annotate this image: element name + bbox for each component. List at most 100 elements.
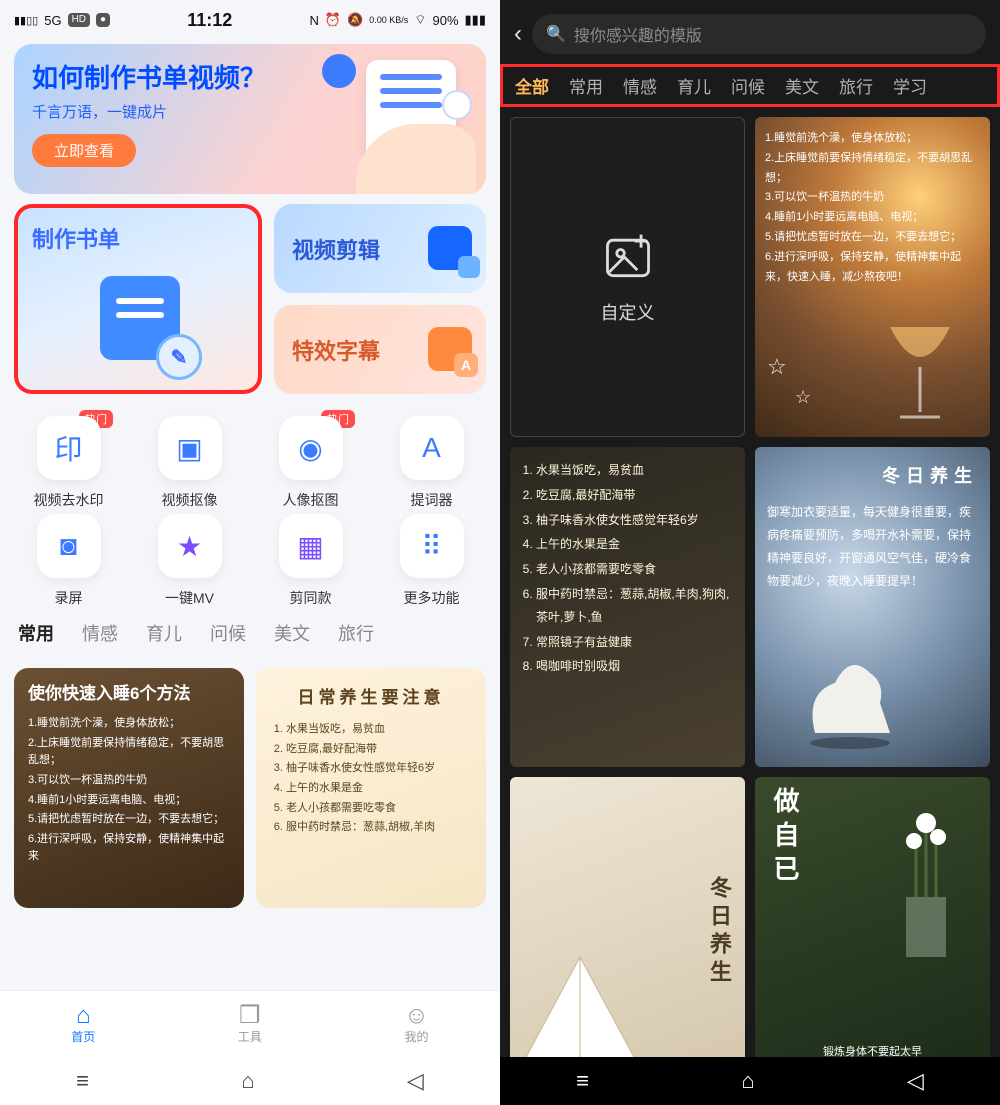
tab-emotion[interactable]: 情感 — [82, 620, 118, 646]
banner-cta-button[interactable]: 立即查看 — [32, 134, 136, 167]
image-plus-icon — [600, 229, 656, 285]
tool-video-matting[interactable]: ▣ 视频抠像 — [129, 416, 250, 510]
template-list: 水果当饭吃，易贫血 吃豆腐,最好配海带 柚子味香水使女性感觉年轻6岁 上午的水果… — [270, 721, 472, 837]
horse-icon — [795, 643, 905, 753]
tab-greeting[interactable]: 问候 — [731, 73, 765, 98]
tab-travel[interactable]: 旅行 — [839, 73, 873, 98]
custom-label: 自定义 — [601, 299, 655, 325]
search-input[interactable]: 🔍 搜你感兴趣的模版 — [532, 14, 986, 54]
star-icon: ☆ — [767, 347, 787, 387]
battery-icon: ▮▮▮ — [465, 12, 486, 28]
check-icon — [322, 54, 356, 88]
template-daily-health[interactable]: 水果当饭吃，易贫血 吃豆腐,最好配海带 柚子味香水使女性感觉年轻6岁 上午的水果… — [510, 447, 745, 767]
template-winter-tips[interactable]: 冬日养生 御寒加衣要适量，每天健身很重要，疾病疼痛要预防，多喝开水补需要，保持精… — [755, 447, 990, 767]
back-icon[interactable]: ‹ — [514, 20, 522, 48]
filmstrip-icon: ▦ — [279, 514, 343, 578]
bottom-nav: ⌂首页 ❒工具 ☺我的 — [0, 990, 500, 1057]
template-body: 御寒加衣要适量，每天健身很重要，疾病疼痛要预防，多喝开水补需要，保持精神要良好，… — [767, 501, 978, 592]
tool-label: 提词器 — [411, 490, 453, 510]
back-button[interactable]: ◁ — [407, 1068, 424, 1094]
hd-badge: HD — [68, 13, 90, 27]
back-button[interactable]: ◁ — [907, 1068, 924, 1094]
recents-button[interactable]: ≡ — [76, 1068, 89, 1094]
tool-clip-same[interactable]: ▦ 剪同款 — [250, 514, 371, 608]
tool-teleprompter[interactable]: A 提词器 — [371, 416, 492, 510]
watermark-icon: 印 — [37, 416, 101, 480]
template-be-yourself[interactable]: 做自已 锻炼身体不要起太早 寒冬洗澡不要天天到 — [755, 777, 990, 1087]
tool-more[interactable]: ⠿ 更多功能 — [371, 514, 492, 608]
flowers-icon — [866, 787, 986, 967]
signal-icon: ▮▮▯▯ — [14, 14, 38, 27]
matting-icon: ▣ — [158, 416, 222, 480]
template-sleep-tips[interactable]: 1.睡觉前洗个澡，使身体放松； 2.上床睡觉前要保持情绪稳定，不要胡思乱想； 3… — [755, 117, 990, 437]
tool-portrait-cutout[interactable]: 热门◉人像抠图 — [250, 416, 371, 510]
tile-label: 视频剪辑 — [292, 233, 380, 265]
custom-template-tile[interactable]: 自定义 — [510, 117, 745, 437]
tile-label: 制作书单 — [32, 227, 120, 252]
tab-greeting[interactable]: 问候 — [210, 620, 246, 646]
tool-label: 剪同款 — [290, 588, 332, 608]
home-button[interactable]: ⌂ — [241, 1068, 254, 1094]
template-title: 冬日养生 — [767, 459, 978, 493]
tool-one-click-mv[interactable]: ★ 一键MV — [129, 514, 250, 608]
tab-emotion[interactable]: 情感 — [623, 73, 657, 98]
tool-label: 一键MV — [165, 588, 214, 608]
video-edit-tile[interactable]: 视频剪辑 — [274, 204, 486, 293]
tool-label: 视频去水印 — [34, 490, 104, 510]
nav-profile[interactable]: ☺我的 — [404, 1004, 429, 1045]
template-card-health[interactable]: 日常养生要注意 水果当饭吃，易贫血 吃豆腐,最好配海带 柚子味香水使女性感觉年轻… — [256, 668, 486, 908]
mute-icon: 🔕 — [347, 12, 363, 28]
rec-badge: ● — [96, 13, 110, 27]
tool-remove-watermark[interactable]: 热门印视频去水印 — [8, 416, 129, 510]
tool-screen-record[interactable]: ◙录屏 — [8, 514, 129, 608]
nav-label: 首页 — [71, 1028, 95, 1045]
clock: 11:12 — [187, 10, 232, 31]
create-booklist-tile[interactable]: 制作书单 ✎ — [14, 204, 262, 394]
tool-label: 更多功能 — [404, 588, 460, 608]
star-icon: ☆ — [795, 381, 811, 413]
category-tabs-right: 全部 常用 情感 育儿 问候 美文 旅行 学习 — [500, 64, 1000, 107]
tab-study[interactable]: 学习 — [893, 73, 927, 98]
nav-tools[interactable]: ❒工具 — [238, 1004, 262, 1045]
tab-essay[interactable]: 美文 — [274, 620, 310, 646]
promo-banner[interactable]: 如何制作书单视频？ 千言万语，一键成片 立即查看 — [14, 44, 486, 194]
template-card-sleep[interactable]: 使你快速入睡6个方法 1.睡觉前洗个澡，使身体放松； 2.上床睡觉前要保持情绪稳… — [14, 668, 244, 908]
status-bar: ▮▮▯▯ 5G HD ● 11:12 N ⏰ 🔕 0.00 KB/s ⌔ 90%… — [0, 0, 500, 40]
more-icon: ⠿ — [400, 514, 464, 578]
vertical-title: 做自已 — [767, 787, 804, 889]
data-rate: 0.00 KB/s — [369, 15, 408, 25]
tool-label: 录屏 — [55, 588, 83, 608]
template-title: 日常养生要注意 — [270, 684, 472, 711]
mv-icon: ★ — [158, 514, 222, 578]
tab-all[interactable]: 全部 — [515, 73, 549, 98]
tool-label: 视频抠像 — [162, 490, 218, 510]
alarm-icon: ⏰ — [325, 12, 341, 28]
tab-common[interactable]: 常用 — [18, 620, 54, 646]
android-nav: ≡ ⌂ ◁ — [0, 1057, 500, 1105]
portrait-icon: ◉ — [279, 416, 343, 480]
tab-travel[interactable]: 旅行 — [338, 620, 374, 646]
category-tabs: 常用 情感 育儿 问候 美文 旅行 — [0, 620, 500, 646]
nav-label: 工具 — [238, 1028, 262, 1045]
home-button[interactable]: ⌂ — [741, 1068, 754, 1094]
tool-grid: 热门印视频去水印 ▣视频抠像 热门◉人像抠图 A提词器 ◙录屏 ★一键MV ▦剪… — [8, 416, 492, 608]
wineglass-icon — [880, 317, 960, 427]
android-nav: ≡ ⌂ ◁ — [500, 1057, 1000, 1105]
edit-pen-icon: ✎ — [156, 334, 202, 380]
subtitle-fx-tile[interactable]: 特效字幕 — [274, 305, 486, 394]
template-list: 1.睡觉前洗个澡，使身体放松； 2.上床睡觉前要保持情绪稳定，不要胡思乱想； 3… — [765, 129, 980, 287]
tool-label: 人像抠图 — [283, 490, 339, 510]
tab-parenting[interactable]: 育儿 — [146, 620, 182, 646]
teleprompter-icon: A — [400, 416, 464, 480]
template-winter-book[interactable]: 冬日养生 — [510, 777, 745, 1087]
tab-essay[interactable]: 美文 — [785, 73, 819, 98]
home-icon: ⌂ — [76, 1004, 91, 1028]
nfc-icon: N — [309, 13, 318, 28]
battery-pct: 90% — [432, 13, 458, 28]
template-title: 使你快速入睡6个方法 — [28, 680, 230, 707]
tab-common[interactable]: 常用 — [569, 73, 603, 98]
recents-button[interactable]: ≡ — [576, 1068, 589, 1094]
pen-icon — [442, 90, 472, 120]
nav-home[interactable]: ⌂首页 — [71, 1004, 95, 1045]
tab-parenting[interactable]: 育儿 — [677, 73, 711, 98]
